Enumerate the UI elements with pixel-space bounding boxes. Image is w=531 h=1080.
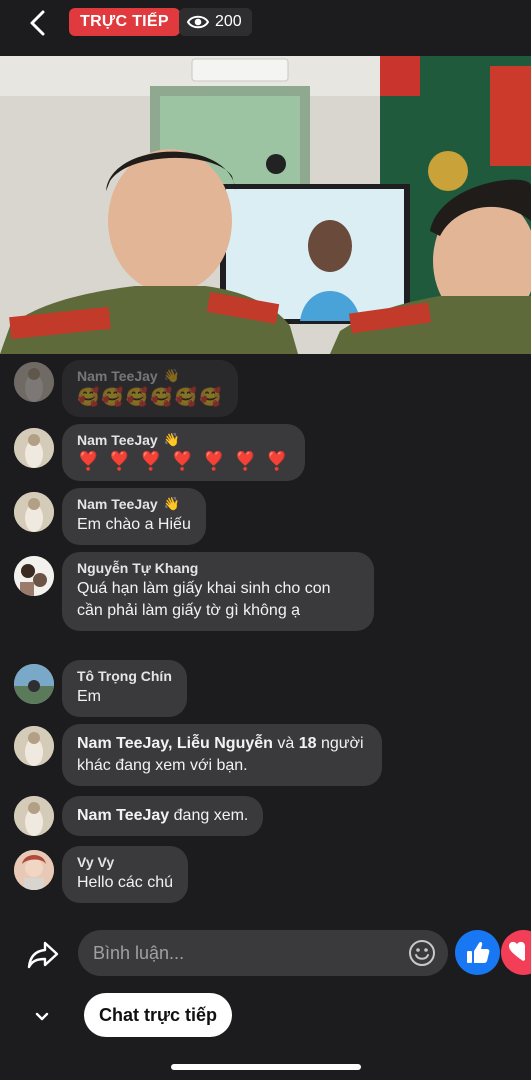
separator: , — [168, 735, 177, 752]
live-video[interactable] — [0, 56, 531, 354]
viewer-count-others: 18 — [298, 735, 317, 752]
thumbs-up-icon — [467, 941, 490, 963]
avatar[interactable] — [14, 726, 54, 766]
back-button[interactable] — [24, 8, 54, 38]
comment-text: Em chào a Hiếu — [77, 516, 191, 533]
comment-input[interactable]: Bình luận... — [78, 930, 448, 976]
avatar[interactable] — [14, 362, 54, 402]
chevron-down-icon[interactable] — [32, 1006, 52, 1026]
comment-item: Tô Trọng Chín Em — [14, 660, 187, 717]
comment-text: 🥰🥰🥰🥰🥰🥰 — [77, 387, 224, 407]
live-badge: TRỰC TIẾP — [69, 8, 180, 36]
comment-author[interactable]: Nguyễn Tự Khang — [77, 560, 198, 576]
comment-author[interactable]: Nam TeeJay — [77, 432, 158, 448]
viewer-count: 200 — [215, 13, 242, 30]
notice-text: Nam TeeJay đang xem. — [77, 805, 248, 827]
comment-bubble: Tô Trọng Chín Em — [62, 660, 187, 717]
viewers-notice: Nam TeeJay đang xem. — [14, 796, 264, 836]
waving-hand-icon: 👋 — [163, 432, 180, 447]
comment-item: Nam TeeJay 👋 🥰🥰🥰🥰🥰🥰 — [14, 360, 239, 417]
comment-item: Nam TeeJay 👋 ❣️ ❣️ ❣️ ❣️ ❣️ ❣️ ❣️ — [14, 424, 305, 481]
home-indicator — [171, 1064, 361, 1070]
comment-bubble: Nam TeeJay 👋 🥰🥰🥰🥰🥰🥰 — [62, 360, 239, 417]
comment-item: Nguyễn Tự Khang Quá hạn làm giấy khai si… — [14, 552, 374, 631]
waving-hand-icon: 👋 — [163, 496, 180, 511]
share-button[interactable] — [26, 937, 60, 971]
viewer-name[interactable]: Nam TeeJay — [77, 807, 169, 824]
avatar[interactable] — [14, 664, 54, 704]
comment-composer: Bình luận... — [0, 928, 531, 978]
avatar[interactable] — [14, 850, 54, 890]
live-chat-button[interactable]: Chat trực tiếp — [84, 993, 233, 1037]
comment-text: ❣️ ❣️ ❣️ ❣️ ❣️ ❣️ ❣️ — [77, 451, 290, 471]
comment-item: Nam TeeJay 👋 Em chào a Hiếu — [14, 488, 206, 545]
comment-author[interactable]: Tô Trọng Chín — [77, 668, 172, 684]
viewer-name[interactable]: Nam TeeJay — [77, 735, 168, 752]
comment-author[interactable]: Nam TeeJay — [77, 368, 158, 384]
comment-bubble: Vy Vy Hello các chú — [62, 846, 189, 903]
comment-text: Quá hạn làm giấy khai sinh cho con cần p… — [77, 580, 331, 619]
like-reaction-button[interactable] — [455, 930, 500, 975]
notice-text: Nam TeeJay, Liễu Nguyễn và 18 người khác… — [77, 733, 367, 777]
smiley-icon[interactable] — [408, 939, 436, 967]
comment-item: Vy Vy Hello các chú — [14, 846, 189, 903]
comment-bubble: Nam TeeJay 👋 ❣️ ❣️ ❣️ ❣️ ❣️ ❣️ ❣️ — [62, 424, 305, 481]
avatar[interactable] — [14, 428, 54, 468]
heart-icon — [509, 941, 525, 961]
viewer-count-badge: 200 — [179, 8, 252, 36]
viewers-notice: Nam TeeJay, Liễu Nguyễn và 18 người khác… — [14, 724, 382, 786]
comment-text: Em — [77, 688, 101, 705]
waving-hand-icon: 👋 — [163, 368, 180, 383]
video-frame — [0, 56, 531, 354]
comment-placeholder: Bình luận... — [93, 943, 185, 963]
comment-text: Hello các chú — [77, 874, 174, 891]
comment-bubble: Nam TeeJay 👋 Em chào a Hiếu — [62, 488, 206, 545]
avatar[interactable] — [14, 556, 54, 596]
comment-author[interactable]: Nam TeeJay — [77, 496, 158, 512]
notice-rest: đang xem. — [169, 807, 249, 824]
avatar[interactable] — [14, 492, 54, 532]
avatar[interactable] — [14, 796, 54, 836]
viewer-name[interactable]: Liễu Nguyễn — [177, 735, 273, 752]
chevron-left-icon — [30, 10, 45, 36]
share-arrow-icon — [27, 941, 59, 969]
eye-icon — [187, 15, 209, 29]
comment-author[interactable]: Vy Vy — [77, 854, 114, 870]
top-bar: TRỰC TIẾP 200 — [0, 0, 531, 50]
notice-bubble: Nam TeeJay đang xem. — [62, 796, 264, 836]
conjunction: và — [272, 735, 299, 752]
love-reaction-button[interactable] — [501, 930, 531, 975]
notice-bubble: Nam TeeJay, Liễu Nguyễn và 18 người khác… — [62, 724, 382, 786]
comment-bubble: Nguyễn Tự Khang Quá hạn làm giấy khai si… — [62, 552, 374, 631]
